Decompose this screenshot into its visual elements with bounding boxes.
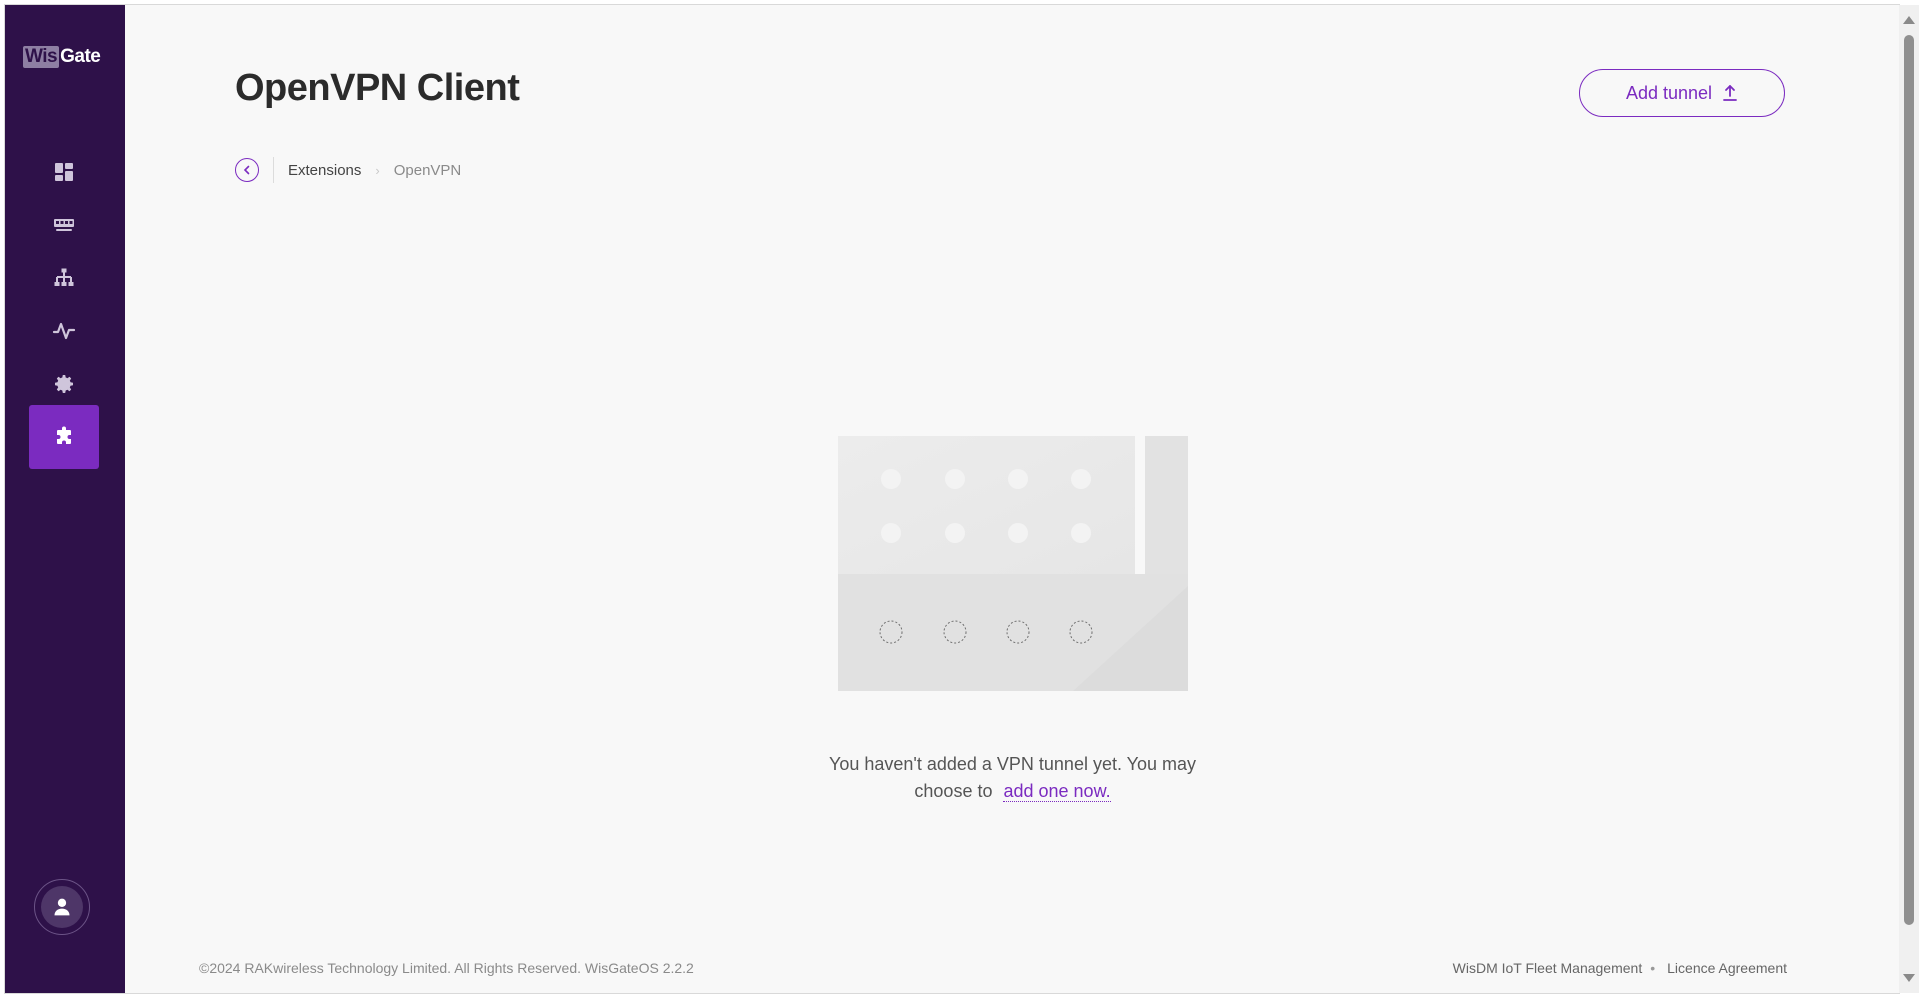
empty-router-illustration <box>838 436 1188 691</box>
chevron-left-icon <box>243 165 250 175</box>
sidebar-item-extensions[interactable] <box>29 405 99 469</box>
breadcrumb-divider <box>273 157 274 183</box>
logo-text-wis: Wis <box>23 46 60 68</box>
breadcrumb: Extensions › OpenVPN <box>235 157 461 183</box>
back-button[interactable] <box>235 158 259 182</box>
scroll-up-arrow-icon[interactable] <box>1903 16 1915 24</box>
breadcrumb-openvpn: OpenVPN <box>393 161 462 179</box>
wisgate-logo[interactable]: Wis Gate <box>23 45 101 69</box>
scrollbar-thumb[interactable] <box>1904 35 1914 925</box>
footer-copyright: ©2024 RAKwireless Technology Limited. Al… <box>199 960 694 976</box>
network-icon <box>54 268 74 286</box>
add-one-now-link[interactable]: add one now. <box>1003 781 1111 802</box>
vertical-scrollbar[interactable] <box>1899 5 1919 993</box>
activity-icon <box>52 322 76 340</box>
chevron-right-icon: › <box>375 162 380 178</box>
scroll-down-arrow-icon[interactable] <box>1903 974 1915 982</box>
breadcrumb-extensions[interactable]: Extensions <box>288 162 361 179</box>
gear-icon <box>55 375 73 393</box>
licence-agreement-link[interactable]: Licence Agreement <box>1667 960 1787 976</box>
footer-separator: • <box>1650 960 1656 976</box>
avatar <box>41 886 83 928</box>
page-title: OpenVPN Client <box>235 67 520 109</box>
gateway-icon <box>54 219 74 231</box>
app-window: Wis Gate OpenVPN Client Add tunnel Exten… <box>5 5 1899 993</box>
dashboard-icon <box>55 163 73 181</box>
sidebar: Wis Gate <box>5 5 125 993</box>
user-avatar-button[interactable] <box>34 879 90 935</box>
add-tunnel-button[interactable]: Add tunnel <box>1579 69 1785 117</box>
user-icon <box>54 898 70 916</box>
puzzle-icon <box>57 426 71 444</box>
footer-links: WisDM IoT Fleet Management • Licence Agr… <box>1453 960 1787 976</box>
add-tunnel-label: Add tunnel <box>1625 82 1713 103</box>
upload-icon <box>1723 85 1737 101</box>
wisdm-link[interactable]: WisDM IoT Fleet Management <box>1453 960 1643 976</box>
logo-text-gate: Gate <box>60 46 101 67</box>
empty-state-message: You haven't added a VPN tunnel yet. You … <box>805 751 1220 805</box>
